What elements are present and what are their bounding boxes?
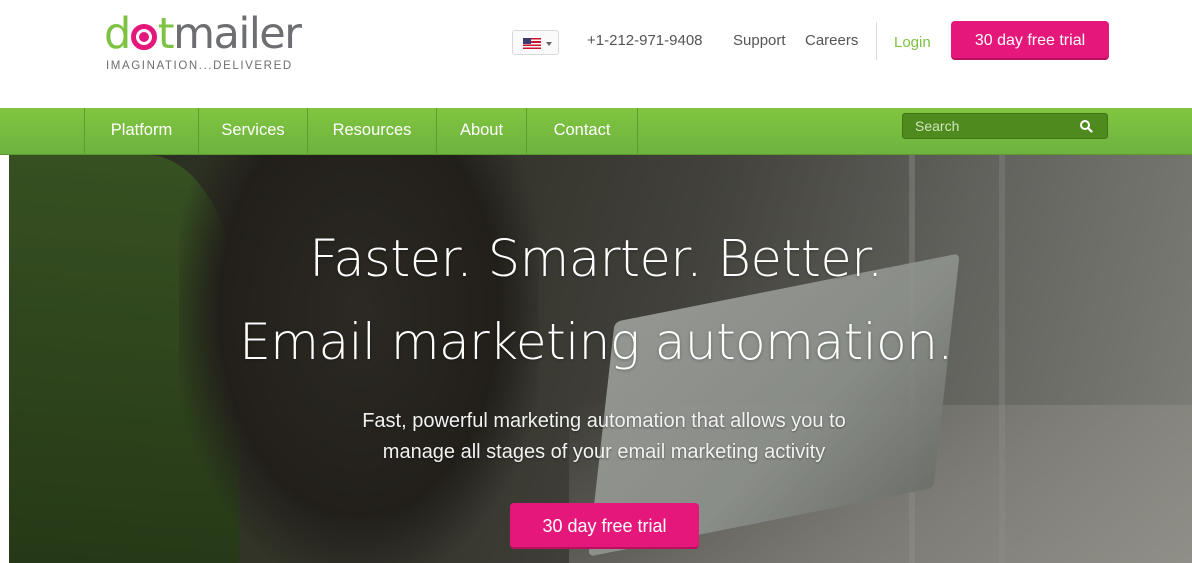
hero-subtitle-line1: Fast, powerful marketing automation that… xyxy=(362,410,846,432)
logo-wordmark: d tmailer xyxy=(104,9,302,59)
support-link[interactable]: Support xyxy=(733,32,786,50)
hero-title-line1: Faster. Smarter. Better. xyxy=(309,230,883,289)
hero-subtitle-line2: manage all stages of your email marketin… xyxy=(382,441,826,463)
us-flag-icon xyxy=(523,38,541,49)
login-link[interactable]: Login xyxy=(894,34,931,52)
header-divider xyxy=(876,22,877,60)
nav-item-about[interactable]: About xyxy=(436,108,526,155)
free-trial-button-header[interactable]: 30 day free trial xyxy=(951,21,1109,60)
site-header: d tmailer IMAGINATION...DELIVERED +1-212-… xyxy=(0,0,1192,108)
nav-item-contact[interactable]: Contact xyxy=(526,108,638,155)
chevron-down-icon xyxy=(546,42,552,46)
search-icon[interactable] xyxy=(1079,119,1093,133)
phone-number[interactable]: +1-212-971-9408 xyxy=(587,32,703,50)
nav-item-services[interactable]: Services xyxy=(198,108,307,155)
careers-link[interactable]: Careers xyxy=(805,32,858,50)
logo-dot-icon xyxy=(130,24,157,50)
logo-tagline: IMAGINATION...DELIVERED xyxy=(106,60,293,72)
main-navigation: Platform Services Resources About Contac… xyxy=(0,108,1192,155)
nav-item-platform[interactable]: Platform xyxy=(84,108,198,155)
search-input[interactable] xyxy=(903,114,1073,138)
free-trial-button-hero[interactable]: 30 day free trial xyxy=(510,503,699,549)
nav-item-resources[interactable]: Resources xyxy=(307,108,436,155)
hero-title-line2: Email marketing automation. xyxy=(239,313,953,371)
locale-dropdown[interactable] xyxy=(512,30,559,55)
search-box xyxy=(902,113,1108,139)
dotmailer-logo[interactable]: d tmailer IMAGINATION...DELIVERED xyxy=(104,10,334,80)
